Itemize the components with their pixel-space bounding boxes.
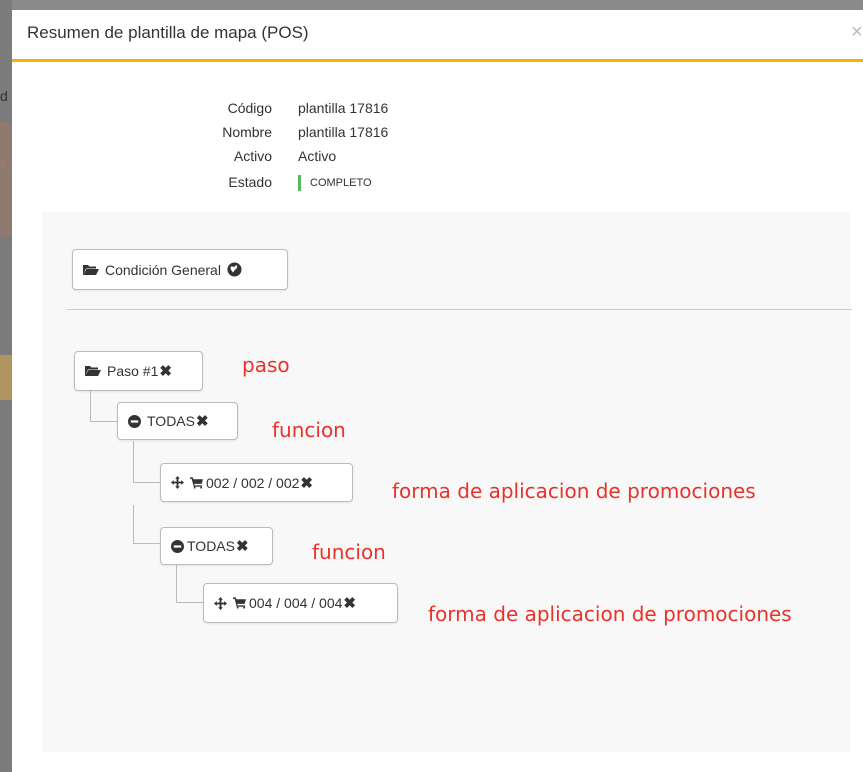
remove-icon[interactable]: ✖ [343,594,356,612]
function-label: TODAS [187,538,235,554]
cart-icon [233,597,246,609]
summary-modal: Resumen de plantilla de mapa (POS) × Cód… [12,10,863,772]
info-row-active: Activo Activo [12,148,512,168]
general-condition-label: Condición General [105,261,221,278]
modal-header: Resumen de plantilla de mapa (POS) × [12,10,863,62]
state-label: Estado [228,174,272,190]
minus-circle-icon [171,539,184,553]
modal-title: Resumen de plantilla de mapa (POS) [27,23,309,42]
tree-panel: Condición General Paso #1 ✖ TODAS ✖ 002 … [42,212,852,752]
promotion-label: 002 / 002 / 002 [206,474,300,491]
remove-icon[interactable]: ✖ [196,412,209,430]
promotion-node[interactable]: 002 / 002 / 002 ✖ [160,463,353,502]
divider [67,309,852,310]
close-icon[interactable]: × [851,21,863,44]
annotation-forma: forma de aplicacion de promociones [428,602,792,626]
promotion-node[interactable]: 004 / 004 / 004 ✖ [203,583,398,623]
folder-open-icon [83,264,99,275]
minus-circle-icon [128,414,141,428]
globe-icon [227,262,242,277]
remove-icon[interactable]: ✖ [236,537,249,555]
annotation-funcion: funcion [272,418,346,442]
status-indicator [298,175,301,191]
status-badge: COMPLETO [310,177,372,189]
function-label: TODAS [147,413,195,429]
annotation-paso: paso [242,353,290,377]
remove-icon[interactable]: ✖ [300,474,313,492]
function-node[interactable]: TODAS ✖ [117,402,238,440]
cart-icon [190,476,203,489]
code-value: plantilla 17816 [298,100,389,116]
info-row-name: Nombre plantilla 17816 [12,124,512,144]
background-text: s [0,155,6,169]
active-label: Activo [233,148,272,164]
annotation-forma: forma de aplicacion de promociones [392,479,756,503]
info-row-state: Estado COMPLETO [12,174,512,194]
background-text: d [0,88,8,104]
background-strip [0,355,12,400]
promotion-label: 004 / 004 / 004 [249,595,343,611]
step-label: Paso #1 [107,363,159,379]
info-row-code: Código plantilla 17816 [12,100,512,120]
name-value: plantilla 17816 [298,124,389,140]
remove-icon[interactable]: ✖ [159,362,172,380]
annotation-funcion: funcion [312,540,386,564]
move-icon [171,476,184,489]
function-node[interactable]: TODAS ✖ [160,527,273,565]
name-label: Nombre [222,124,272,140]
active-value: Activo [298,148,337,164]
step-node[interactable]: Paso #1 ✖ [74,351,203,391]
code-label: Código [227,100,272,116]
move-icon [214,596,227,610]
background-strip [0,122,12,237]
folder-open-icon [85,366,101,376]
general-condition-node[interactable]: Condición General [72,249,288,290]
